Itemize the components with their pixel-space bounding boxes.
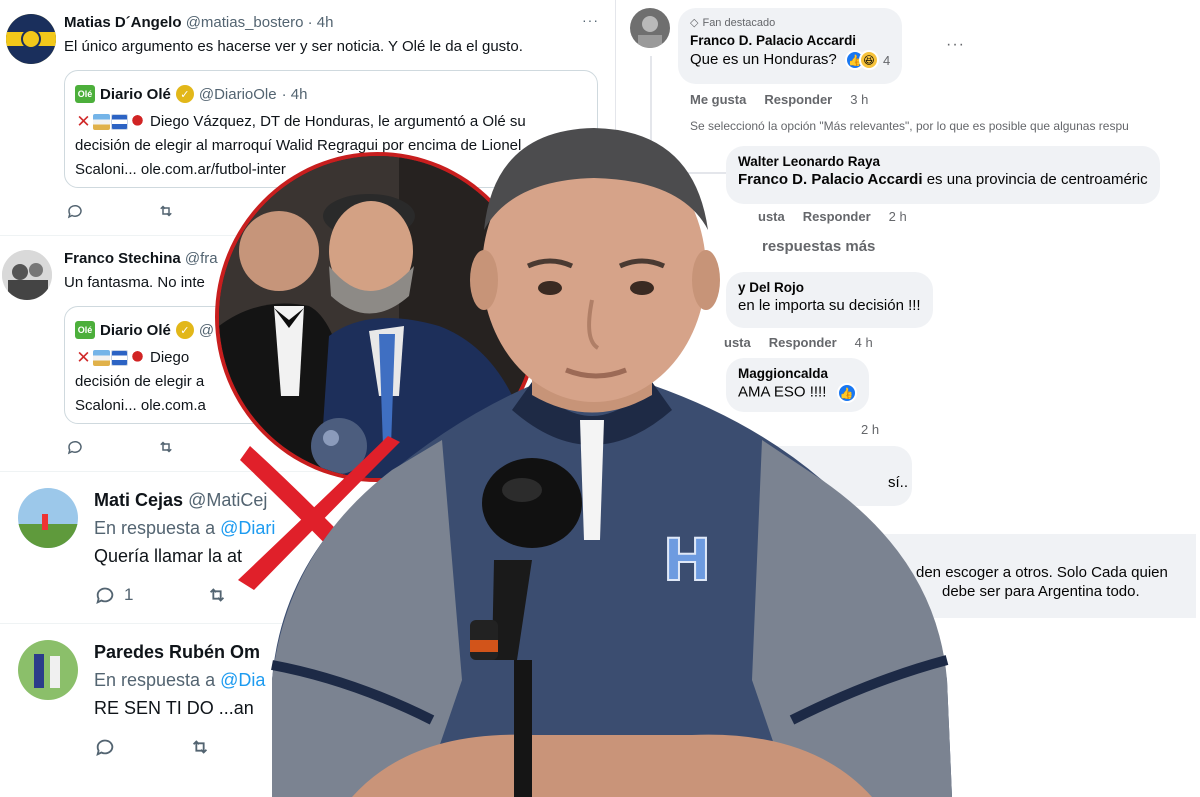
- quote-header: Olé Diario Olé ✓ @DiarioOle · 4h: [75, 85, 307, 103]
- reply-icon[interactable]: [94, 736, 116, 758]
- tweet-actions: [94, 736, 212, 758]
- quote-text-3: Scaloni... ole.com.a: [75, 397, 206, 414]
- reply-prefix: En respuesta a: [94, 670, 216, 690]
- tweet-text: El único argumento es hacerse ver y ser …: [64, 38, 523, 55]
- avatar[interactable]: [6, 14, 56, 64]
- trophy-icon: [93, 350, 110, 367]
- reply-count: 1: [124, 585, 134, 604]
- quote-line-1: ✕ Diego: [75, 348, 190, 368]
- ole-logo-icon: Olé: [75, 321, 95, 339]
- more-icon[interactable]: ···: [582, 12, 599, 28]
- author-handle[interactable]: @matias_bostero: [186, 14, 304, 31]
- tweet-text: Un fantasma. No inte: [64, 274, 205, 291]
- tweet-text: Quería llamar la at: [94, 546, 243, 566]
- retweet-icon[interactable]: [156, 438, 176, 456]
- quote-author-name: Diario Olé: [100, 321, 171, 339]
- retweet-icon[interactable]: [156, 202, 176, 220]
- haha-reaction-icon: 😆: [858, 50, 879, 70]
- reaction-summary[interactable]: 👍 😆 4: [844, 50, 891, 70]
- comment-time[interactable]: 3 h: [850, 92, 868, 107]
- reply-prefix: En respuesta a: [94, 518, 216, 538]
- verified-icon: ✓: [175, 85, 194, 103]
- trophy-icon: [93, 114, 110, 131]
- honduras-flag-icon: [111, 114, 128, 131]
- quote-time: · 4h: [281, 85, 308, 103]
- avatar[interactable]: [2, 250, 52, 300]
- reply-icon: [96, 587, 114, 605]
- tweet-header: Matias D´Angelo @matias_bostero · 4h: [64, 14, 334, 31]
- avatar[interactable]: [18, 640, 78, 700]
- ole-logo-icon: Olé: [75, 85, 95, 103]
- quote-text-1: Diego: [150, 349, 190, 366]
- retweet-icon[interactable]: [188, 736, 212, 758]
- tweet-time[interactable]: · 4h: [308, 14, 334, 31]
- author-name[interactable]: Franco Stechina: [64, 250, 181, 267]
- emoji-group: ✕: [75, 348, 146, 368]
- author-name[interactable]: Matias D´Angelo: [64, 14, 182, 31]
- quote-text-2: decisión de elegir a: [75, 373, 205, 390]
- quote-author-handle: @DiarioOle: [198, 85, 277, 103]
- svg-text:H: H: [663, 526, 712, 594]
- quote-header: Olé Diario Olé ✓ @: [75, 321, 214, 339]
- author-handle[interactable]: @fra: [185, 250, 218, 267]
- tweet-actions: [66, 438, 176, 456]
- tweet-actions: 1: [94, 584, 229, 606]
- tweet-header: Franco Stechina @fra: [64, 250, 218, 267]
- reply-button[interactable]: 1: [94, 584, 133, 606]
- emoji-group: ✕: [75, 112, 146, 132]
- reply-icon[interactable]: [66, 438, 84, 456]
- reply-link[interactable]: Responder: [764, 92, 832, 107]
- honduras-flag-icon: [111, 350, 128, 367]
- top-fan-badge: ◇ Fan destacado: [690, 16, 890, 30]
- author-name[interactable]: Mati Cejas: [94, 490, 183, 510]
- verified-icon: ✓: [175, 321, 194, 339]
- avatar[interactable]: [18, 488, 78, 548]
- diamond-icon: ◇: [690, 17, 699, 29]
- cross-mark-icon: ✕: [76, 348, 91, 368]
- avatar[interactable]: [630, 8, 670, 48]
- coach-photo: H: [271, 128, 952, 797]
- tweet-text: RE SEN TI DO ...an: [94, 698, 254, 718]
- reaction-count: 4: [882, 52, 891, 68]
- badge-label: Fan destacado: [702, 16, 776, 29]
- quote-author-handle: @: [198, 321, 215, 339]
- commenter-name[interactable]: Franco D. Palacio Accardi: [690, 33, 890, 48]
- retweet-icon[interactable]: [205, 584, 229, 606]
- quote-author-name: Diario Olé: [100, 85, 171, 103]
- more-icon[interactable]: ···: [946, 36, 965, 54]
- reply-icon[interactable]: [66, 202, 84, 220]
- tie-icon: [129, 350, 146, 367]
- tie-icon: [129, 114, 146, 131]
- tweet-actions: [66, 202, 176, 220]
- cross-mark-icon: ✕: [76, 112, 91, 132]
